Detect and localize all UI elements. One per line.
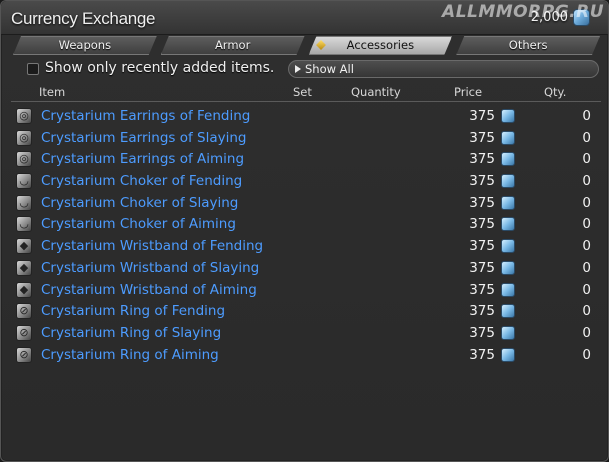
item-qty: 0 [582, 303, 591, 320]
ring-icon: ⊘ [16, 324, 32, 341]
dropdown-value: Show All [305, 62, 354, 76]
item-list: ◎ Crystarium Earrings of Fending 375 0 ◎… [11, 105, 601, 365]
item-price: 375 [469, 324, 495, 341]
item-qty: 0 [582, 194, 591, 211]
price-currency-icon [501, 130, 515, 145]
titlebar[interactable]: Currency Exchange 2,000 ALLMMORPG.RU [1, 1, 608, 35]
column-header-item: Item [39, 85, 66, 99]
item-price: 375 [469, 303, 495, 320]
selected-tab-marker-icon [316, 40, 326, 50]
item-name: Crystarium Choker of Fending [41, 173, 243, 190]
price-currency-icon [501, 217, 515, 232]
item-price: 375 [469, 129, 495, 146]
item-price: 375 [469, 108, 495, 124]
tab-armor[interactable]: Armor [161, 36, 305, 55]
item-name: Crystarium Choker of Slaying [41, 194, 239, 211]
necklace-icon: ◡ [16, 216, 32, 233]
table-row[interactable]: ⊘ Crystarium Ring of Aiming 375 0 [11, 344, 601, 366]
necklace-icon: ◡ [16, 173, 32, 190]
table-row[interactable]: ◎ Crystarium Earrings of Fending 375 0 [11, 105, 601, 127]
item-price: 375 [469, 173, 495, 190]
necklace-icon: ◡ [16, 194, 32, 211]
column-header-price: Price [454, 85, 483, 99]
price-currency-icon [501, 304, 515, 319]
item-name: Crystarium Choker of Aiming [41, 216, 236, 233]
table-row[interactable]: ⊘ Crystarium Ring of Fending 375 0 [11, 300, 601, 322]
item-price: 375 [469, 346, 495, 363]
tab-accessories[interactable]: Accessories [309, 36, 453, 55]
table-row[interactable]: ◆ Crystarium Wristband of Aiming 375 0 [11, 279, 601, 301]
price-currency-icon [501, 282, 515, 297]
tab-others[interactable]: Others [456, 36, 600, 55]
table-row[interactable]: ◡ Crystarium Choker of Fending 375 0 [11, 170, 601, 192]
item-qty: 0 [582, 173, 591, 190]
window-title: Currency Exchange [11, 9, 156, 28]
category-tabs: Weapons Armor Accessories Others [13, 36, 600, 55]
currency-exchange-window: Currency Exchange 2,000 ALLMMORPG.RU Wea… [0, 0, 609, 462]
item-name: Crystarium Ring of Slaying [41, 324, 222, 341]
recently-added-checkbox[interactable] [27, 63, 39, 75]
item-name: Crystarium Wristband of Fending [41, 238, 264, 255]
ring-icon: ⊘ [16, 303, 32, 320]
item-name: Crystarium Earrings of Aiming [41, 151, 245, 168]
item-name: Crystarium Ring of Aiming [41, 346, 219, 363]
bracelet-icon: ◆ [16, 281, 32, 298]
table-row[interactable]: ⊘ Crystarium Ring of Slaying 375 0 [11, 322, 601, 344]
column-header-quantity: Quantity [351, 85, 401, 99]
item-name: Crystarium Earrings of Fending [41, 108, 251, 124]
table-row[interactable]: ◡ Crystarium Choker of Slaying 375 0 [11, 192, 601, 214]
ring-icon: ⊘ [16, 346, 32, 363]
item-qty: 0 [582, 238, 591, 255]
item-qty: 0 [582, 259, 591, 276]
item-qty: 0 [582, 346, 591, 363]
earring-icon: ◎ [16, 129, 32, 146]
price-currency-icon [501, 109, 515, 123]
price-currency-icon [501, 239, 515, 254]
bracelet-icon: ◆ [16, 259, 32, 276]
tab-accessories-label: Accessories [346, 38, 415, 52]
column-header-set: Set [293, 85, 312, 99]
item-qty: 0 [582, 151, 591, 168]
earring-icon: ◎ [16, 108, 32, 124]
dropdown-arrow-icon [295, 65, 301, 73]
item-price: 375 [469, 259, 495, 276]
recently-added-label[interactable]: Show only recently added items. [45, 60, 274, 76]
price-currency-icon [501, 260, 515, 275]
column-header-qty: Qty. [544, 85, 567, 99]
table-row[interactable]: ◆ Crystarium Wristband of Fending 375 0 [11, 235, 601, 257]
table-row[interactable]: ◆ Crystarium Wristband of Slaying 375 0 [11, 257, 601, 279]
table-row[interactable]: ◎ Crystarium Earrings of Aiming 375 0 [11, 148, 601, 170]
table-header: Item Set Quantity Price Qty. [11, 84, 601, 102]
item-qty: 0 [582, 216, 591, 233]
price-currency-icon [501, 152, 515, 167]
item-qty: 0 [582, 281, 591, 298]
tab-weapons[interactable]: Weapons [13, 36, 157, 55]
item-name: Crystarium Wristband of Slaying [41, 259, 260, 276]
item-price: 375 [469, 238, 495, 255]
item-qty: 0 [582, 129, 591, 146]
item-name: Crystarium Wristband of Aiming [41, 281, 257, 298]
price-currency-icon [501, 347, 515, 362]
bracelet-icon: ◆ [16, 238, 32, 255]
poetics-currency-icon [573, 9, 590, 26]
item-qty: 0 [582, 324, 591, 341]
item-price: 375 [469, 281, 495, 298]
item-price: 375 [469, 151, 495, 168]
item-name: Crystarium Ring of Fending [41, 303, 226, 320]
table-row[interactable]: ◎ Crystarium Earrings of Slaying 375 0 [11, 127, 601, 149]
show-filter-dropdown[interactable]: Show All [288, 60, 599, 78]
filter-bar: Show only recently added items. Show All [27, 60, 599, 80]
item-name: Crystarium Earrings of Slaying [41, 129, 247, 146]
item-qty: 0 [582, 108, 591, 124]
item-price: 375 [469, 216, 495, 233]
table-row[interactable]: ◡ Crystarium Choker of Aiming 375 0 [11, 213, 601, 235]
currency-amount: 2,000 [530, 10, 568, 25]
item-price: 375 [469, 194, 495, 211]
earring-icon: ◎ [16, 151, 32, 168]
price-currency-icon [501, 325, 515, 340]
price-currency-icon [501, 174, 515, 189]
price-currency-icon [501, 195, 515, 210]
